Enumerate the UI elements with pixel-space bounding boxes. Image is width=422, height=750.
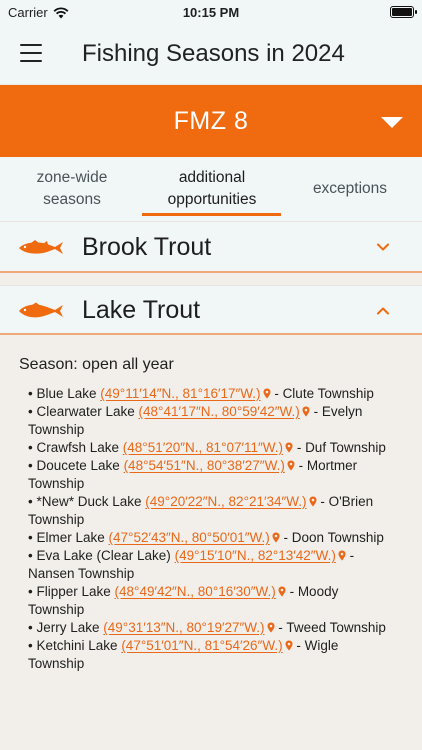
map-pin-icon[interactable] — [263, 386, 271, 399]
lake-name: Clearwater Lake — [36, 404, 135, 419]
township-name: Duf Township — [305, 440, 386, 455]
lake-name: Eva Lake (Clear Lake) — [36, 548, 171, 563]
map-pin-icon[interactable] — [309, 494, 317, 507]
lake-list-item: • *New* Duck Lake (49°20′22″N., 82°21′34… — [28, 493, 398, 529]
lake-name: Crawfsh Lake — [36, 440, 120, 455]
season-tabs: zone-wide seasons additional opportuniti… — [0, 157, 422, 221]
coordinates-link[interactable]: (49°15′10″N., 82°13′42″W.) — [175, 548, 336, 563]
map-pin-icon[interactable] — [287, 458, 295, 471]
fish-icon — [19, 240, 63, 254]
tab-additional-opportunities[interactable]: additional opportunities — [143, 167, 281, 211]
lake-list-item: • Elmer Lake (47°52′43″N., 80°50′01″W.) … — [28, 529, 398, 547]
species-panel-brook-trout[interactable]: Brook Trout — [0, 221, 422, 273]
separator: - — [293, 440, 306, 455]
separator: - — [270, 386, 283, 401]
tab-label-line: exceptions — [312, 180, 388, 197]
map-pin-icon[interactable] — [338, 548, 346, 561]
season-details: Season: open all year • Blue Lake (49°11… — [0, 337, 422, 750]
map-pin-icon[interactable] — [278, 584, 286, 597]
lake-list-item: • Doucete Lake (48°54′51″N., 80°38′27″W.… — [28, 457, 398, 493]
page-title: Fishing Seasons in 2024 — [82, 40, 345, 67]
tab-exceptions[interactable]: exceptions — [296, 178, 404, 200]
separator: - — [292, 638, 305, 653]
lake-list-item: • Flipper Lake (48°49′42″N., 80°16′30″W.… — [28, 583, 398, 619]
lake-list-item: • Ketchini Lake (47°51′01″N., 81°54′26″W… — [28, 637, 398, 673]
coordinates-link[interactable]: (49°31′13″N., 80°19′27″W.) — [103, 620, 264, 635]
coordinates-link[interactable]: (48°41′17″N., 80°59′42″W.) — [139, 404, 300, 419]
lake-name: *New* Duck Lake — [36, 494, 142, 509]
separator: - — [316, 494, 329, 509]
map-pin-icon[interactable] — [285, 638, 293, 651]
zone-label: FMZ 8 — [173, 107, 249, 135]
township-name: Doon Township — [291, 530, 384, 545]
lake-name: Ketchini Lake — [36, 638, 118, 653]
lake-list-item: • Blue Lake (49°11′14″N., 81°16′17″W.) -… — [28, 385, 398, 403]
separator: - — [294, 458, 307, 473]
map-pin-icon[interactable] — [272, 530, 280, 543]
separator: - — [279, 530, 292, 545]
township-name: Nansen Township — [28, 566, 135, 581]
clock: 10:15 PM — [182, 5, 240, 20]
lake-name: Jerry Lake — [36, 620, 100, 635]
lake-list: • Blue Lake (49°11′14″N., 81°16′17″W.) -… — [28, 385, 398, 673]
township-name: Tweed Township — [286, 620, 386, 635]
app-bar: Fishing Seasons in 2024 — [0, 26, 422, 84]
zone-selector[interactable]: FMZ 8 — [0, 85, 422, 157]
status-bar: Carrier 10:15 PM — [0, 0, 422, 26]
species-panel-lake-trout[interactable]: Lake Trout — [0, 285, 422, 335]
separator: - — [345, 548, 355, 563]
species-name: Brook Trout — [82, 233, 212, 261]
species-name: Lake Trout — [82, 296, 201, 324]
coordinates-link[interactable]: (47°51′01″N., 81°54′26″W.) — [121, 638, 282, 653]
coordinates-link[interactable]: (49°11′14″N., 81°16′17″W.) — [100, 386, 260, 401]
lake-list-item: • Jerry Lake (49°31′13″N., 80°19′27″W.) … — [28, 619, 398, 637]
coordinates-link[interactable]: (47°52′43″N., 80°50′01″W.) — [109, 530, 270, 545]
coordinates-link[interactable]: (49°20′22″N., 82°21′34″W.) — [145, 494, 306, 509]
separator: - — [309, 404, 322, 419]
tab-label-line: seasons — [43, 191, 101, 208]
tab-label-line: additional — [178, 169, 246, 186]
lake-list-item: • Eva Lake (Clear Lake) (49°15′10″N., 82… — [28, 547, 398, 583]
chevron-up-icon — [377, 307, 389, 315]
lake-list-item: • Crawfsh Lake (48°51′20″N., 81°07′11″W.… — [28, 439, 398, 457]
separator: - — [274, 620, 287, 635]
lake-name: Elmer Lake — [36, 530, 105, 545]
coordinates-link[interactable]: (48°54′51″N., 80°38′27″W.) — [124, 458, 285, 473]
battery-icon — [390, 6, 417, 18]
season-text: Season: open all year — [19, 356, 174, 373]
dropdown-triangle-icon — [381, 117, 403, 128]
tab-label-line: opportunities — [167, 191, 257, 208]
fish-icon — [19, 302, 63, 318]
map-pin-icon[interactable] — [302, 404, 310, 417]
township-name: Clute Township — [282, 386, 374, 401]
tab-label-line: zone-wide — [36, 169, 108, 186]
chevron-down-icon — [377, 243, 389, 251]
coordinates-link[interactable]: (48°49′42″N., 80°16′30″W.) — [115, 584, 276, 599]
lake-name: Flipper Lake — [36, 584, 111, 599]
active-tab-indicator — [142, 213, 281, 216]
coordinates-link[interactable]: (48°51′20″N., 81°07′11″W.) — [123, 440, 283, 455]
lake-name: Blue Lake — [36, 386, 97, 401]
hamburger-menu-icon[interactable] — [20, 44, 42, 62]
lake-list-item: • Clearwater Lake (48°41′17″N., 80°59′42… — [28, 403, 398, 439]
lake-name: Doucete Lake — [36, 458, 120, 473]
map-pin-icon[interactable] — [285, 440, 293, 453]
separator: - — [285, 584, 298, 599]
map-pin-icon[interactable] — [267, 620, 275, 633]
tab-zone-wide-seasons[interactable]: zone-wide seasons — [18, 167, 126, 211]
